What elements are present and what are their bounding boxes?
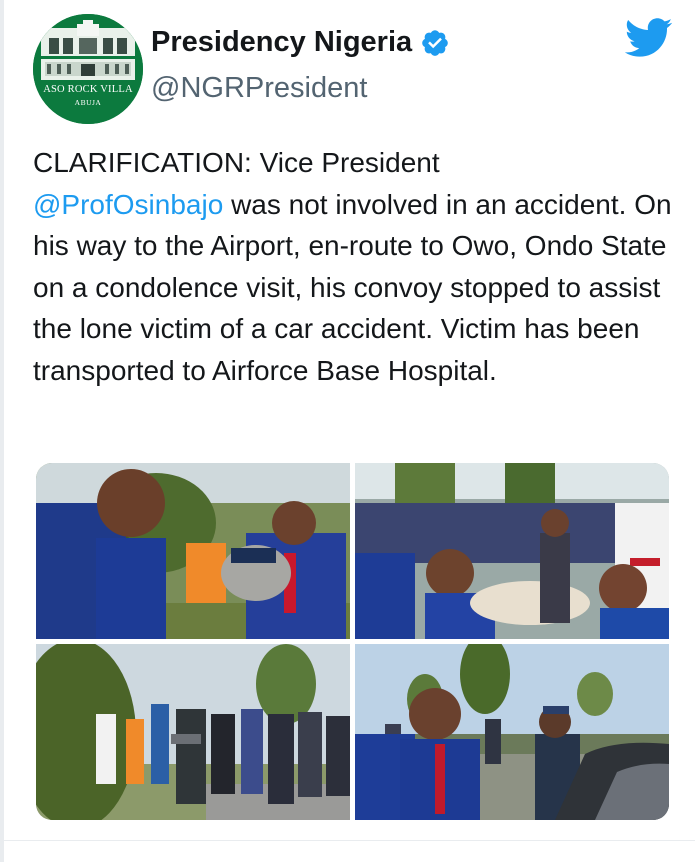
photo-3[interactable] <box>36 644 350 820</box>
name-row: Presidency Nigeria <box>151 26 450 59</box>
verified-badge-icon <box>420 28 450 58</box>
photo-2[interactable] <box>355 463 669 639</box>
media-grid <box>36 463 669 820</box>
avatar[interactable]: ASO ROCK VILLA ABUJA <box>33 14 143 124</box>
aso-rock-villa-logo <box>33 14 143 124</box>
display-name[interactable]: Presidency Nigeria <box>151 26 412 59</box>
tweet-text: CLARIFICATION: Vice President @ProfOsinba… <box>33 142 678 391</box>
account-handle[interactable]: @NGRPresident <box>151 72 367 105</box>
tweet-header: ASO ROCK VILLA ABUJA Presidency Nigeria … <box>33 14 673 124</box>
tweet-text-prefix: CLARIFICATION: Vice President <box>33 147 440 178</box>
divider <box>0 840 695 841</box>
photo-1[interactable] <box>36 463 350 639</box>
mention-link[interactable]: @ProfOsinbajo <box>33 189 223 220</box>
avatar-line-2: ABUJA <box>74 98 102 107</box>
twitter-bird-icon[interactable] <box>624 18 673 58</box>
avatar-line-1: ASO ROCK VILLA <box>43 84 133 95</box>
left-border <box>0 0 4 862</box>
photo-4[interactable] <box>355 644 669 820</box>
